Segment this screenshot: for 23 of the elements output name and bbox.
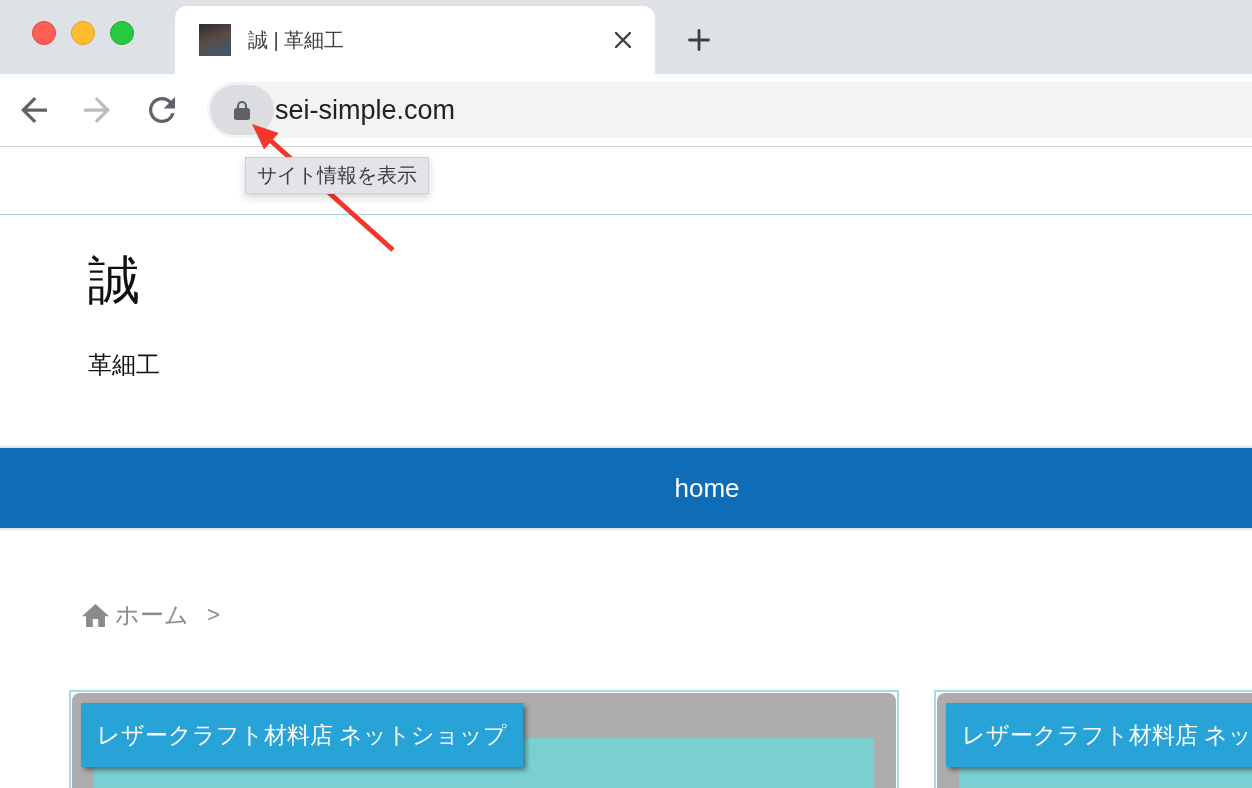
nav-link[interactable]: home — [674, 472, 740, 504]
address-field[interactable]: sei-simple.com — [207, 82, 1252, 138]
site-info-button[interactable] — [210, 85, 274, 135]
category-label: レザークラフト材料店 ネットショップ — [81, 703, 524, 767]
breadcrumb-link[interactable]: ホーム — [115, 599, 189, 631]
site-title: 誠 — [88, 250, 140, 311]
category-label: レザークラフト材料店 ネッ — [946, 703, 1252, 767]
browser-tab[interactable]: 誠 | 革細工 — [175, 6, 655, 74]
breadcrumb-separator: > — [207, 602, 220, 628]
lock-icon — [234, 100, 250, 120]
card[interactable]: レザークラフト材料店 ネットショップ — [69, 690, 899, 788]
tooltip: サイト情報を表示 — [245, 157, 429, 194]
close-window-icon[interactable] — [32, 21, 56, 45]
home-icon — [82, 603, 109, 627]
site-tagline: 革細工 — [88, 350, 160, 380]
url-text: sei-simple.com — [275, 94, 456, 126]
reload-icon[interactable] — [149, 97, 175, 123]
back-arrow-icon[interactable] — [21, 97, 47, 123]
plus-icon[interactable] — [688, 29, 710, 51]
favicon-photo-placeholder — [199, 24, 231, 56]
card[interactable]: レザークラフト材料店 ネッ — [934, 690, 1252, 788]
tab-title: 誠 | 革細工 — [248, 27, 345, 53]
close-icon[interactable] — [615, 32, 631, 48]
